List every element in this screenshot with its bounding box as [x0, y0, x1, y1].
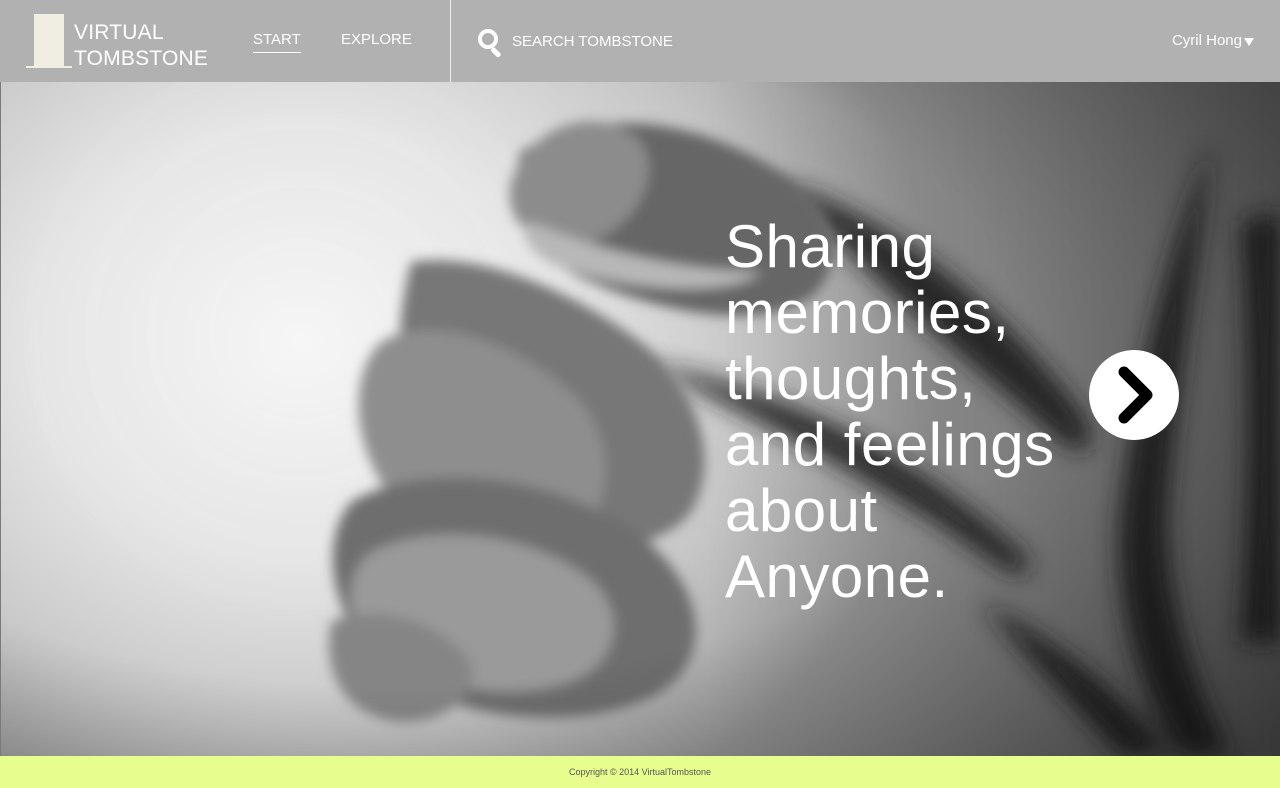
copyright-text: Copyright © 2014 VirtualTombstone [568, 767, 712, 777]
tagline-line: Anyone. [725, 543, 949, 610]
top-bar: VIRTUAL TOMBSTONE START EXPLORE Cyril Ho… [0, 0, 1280, 82]
search-input[interactable] [512, 29, 872, 53]
hero-banner: Sharing memories, thoughts, and feelings… [0, 82, 1280, 756]
logo-line-2: TOMBSTONE [74, 47, 209, 70]
logo-line-1: VIRTUAL [74, 21, 164, 44]
caret-down-icon [1244, 38, 1254, 46]
search-icon[interactable] [476, 27, 504, 59]
tombstone-icon [34, 14, 64, 66]
user-name: Cyril Hong [1171, 32, 1242, 49]
logo-text: VIRTUAL TOMBSTONE [74, 20, 208, 72]
header-divider [450, 0, 451, 82]
tagline-line: and feelings [725, 411, 1055, 478]
tagline-line: Sharing [725, 213, 936, 280]
next-slide-button[interactable] [1089, 350, 1179, 440]
chevron-right-icon [1118, 366, 1153, 424]
hero-tagline: Sharing memories, thoughts, and feelings… [725, 214, 1055, 610]
footer: Copyright © 2014 VirtualTombstone [0, 756, 1280, 788]
nav-link-explore[interactable]: EXPLORE [341, 30, 412, 50]
tagline-line: about [725, 477, 878, 544]
search-bar [476, 25, 876, 59]
logo[interactable]: VIRTUAL TOMBSTONE [26, 14, 226, 70]
tagline-line: thoughts, [725, 345, 977, 412]
nav-link-start[interactable]: START [253, 30, 301, 53]
user-menu[interactable]: Cyril Hong [1172, 31, 1254, 51]
tombstone-base [26, 66, 72, 68]
tagline-line: memories, [725, 279, 1010, 346]
